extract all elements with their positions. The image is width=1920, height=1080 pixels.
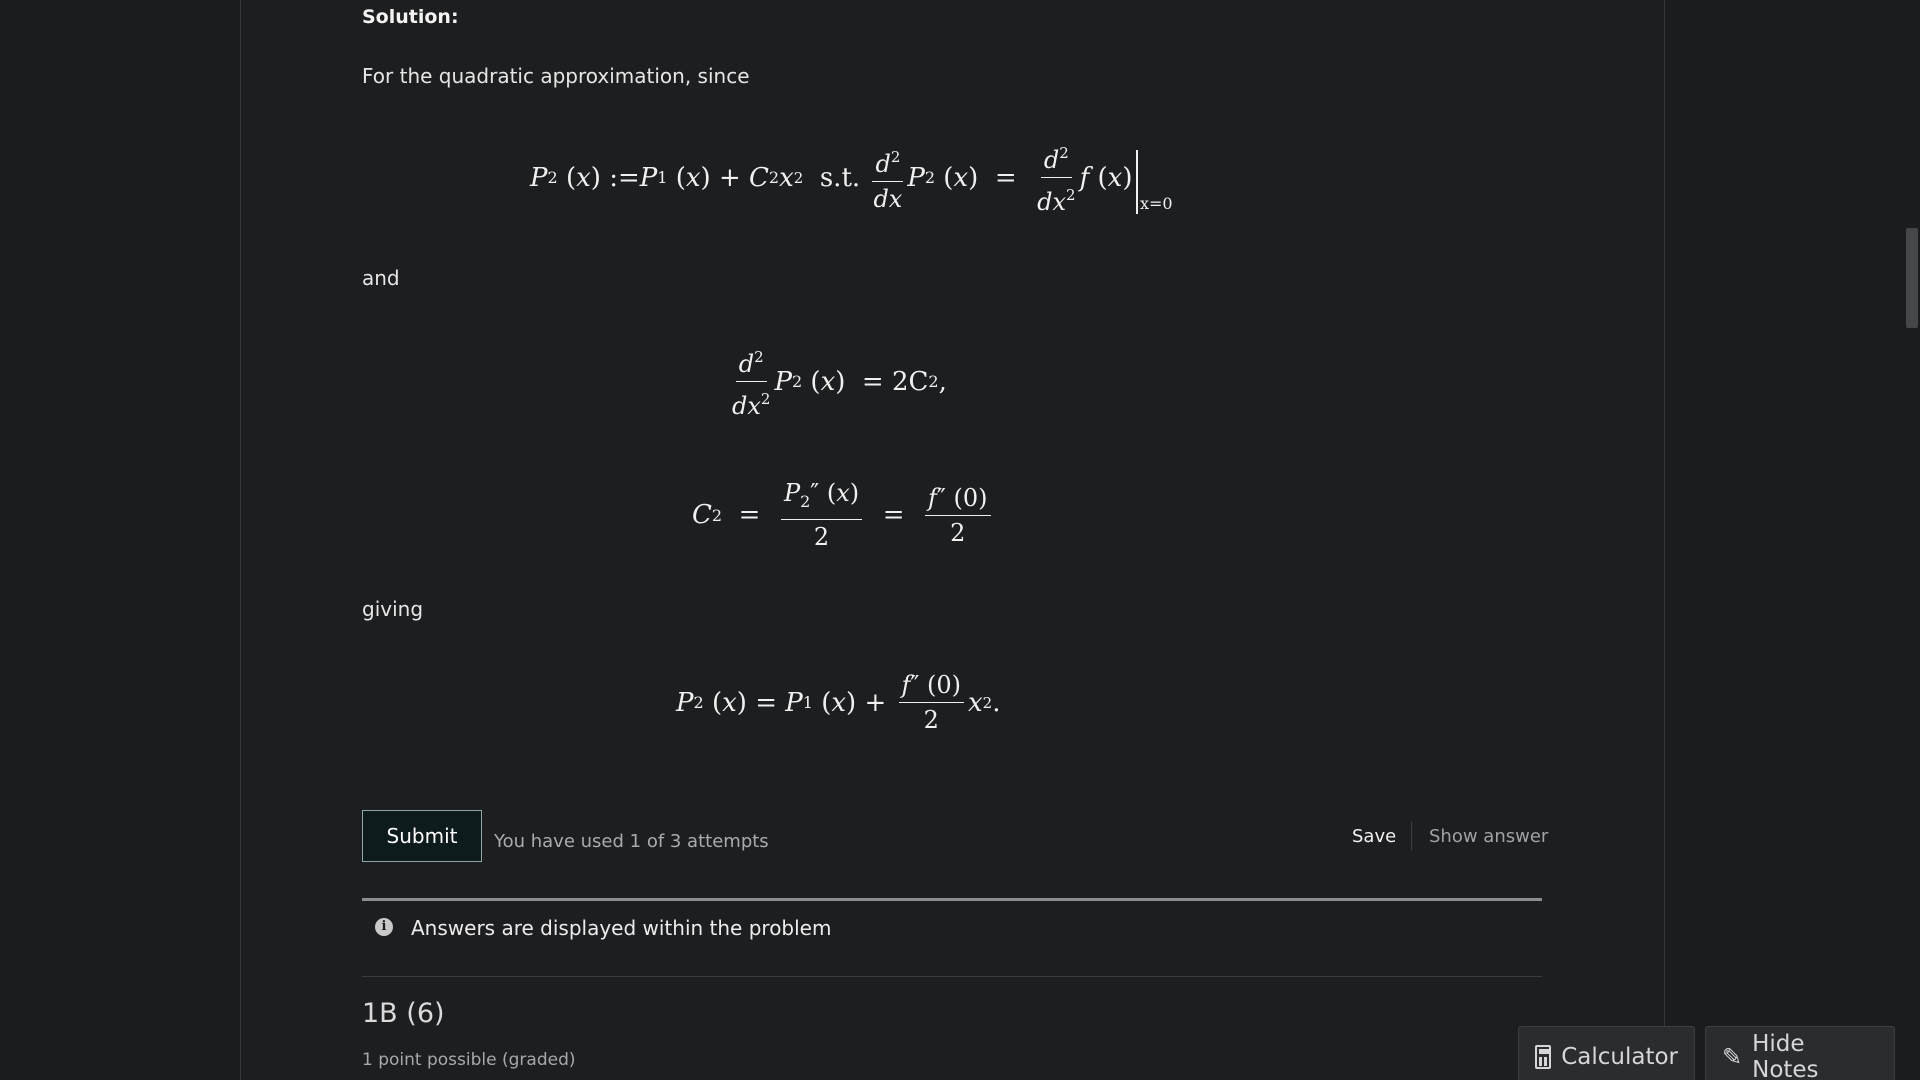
scrollbar-thumb[interactable] [1906,228,1918,328]
and-text: and [362,266,400,290]
pencil-icon: ✎ [1722,1042,1743,1071]
such-that-text: s.t. [819,162,861,193]
equation-quadratic-definition: P2 (x) := P1 (x) + C2x2 s.t. d2 dx P 2 (x) … [530,138,1173,217]
equation-result: P2 (x) = P1 (x) + f″ (0) 2 x 2. [676,671,1001,734]
submit-button[interactable]: Submit [362,810,482,862]
notice-divider [362,898,1542,901]
section-divider [362,976,1542,977]
calculator-button[interactable]: Calculator [1518,1026,1695,1080]
attempts-text: You have used 1 of 3 attempts [494,831,769,852]
solution-heading: Solution: [362,6,459,28]
equation-c2-value: C2 = P2″ (x) 2 = f″ (0) 2 [692,478,995,552]
calculator-label: Calculator [1561,1043,1678,1070]
save-button[interactable]: Save [1352,826,1396,847]
page: Solution: For the quadratic approximatio… [0,0,1920,1080]
info-icon: i [375,918,393,936]
evaluation-subscript: x=0 [1139,194,1173,213]
points-text: 1 point possible (graded) [362,1050,576,1070]
giving-text: giving [362,597,424,621]
action-divider [1411,822,1412,850]
hide-notes-button[interactable]: ✎ Hide Notes [1705,1026,1895,1080]
scrollbar-track[interactable] [1903,0,1920,1080]
notice-text: Answers are displayed within the problem [411,916,832,940]
show-answer-button[interactable]: Show answer [1429,826,1548,847]
calculator-icon [1535,1044,1552,1069]
solution-intro-text: For the quadratic approximation, since [362,64,750,88]
equation-second-derivative: d2 dx2 P 2 (x) = 2C 2, [728,342,947,421]
hide-notes-label: Hide Notes [1752,1030,1819,1080]
problem-title: 1B (6) [362,998,445,1029]
